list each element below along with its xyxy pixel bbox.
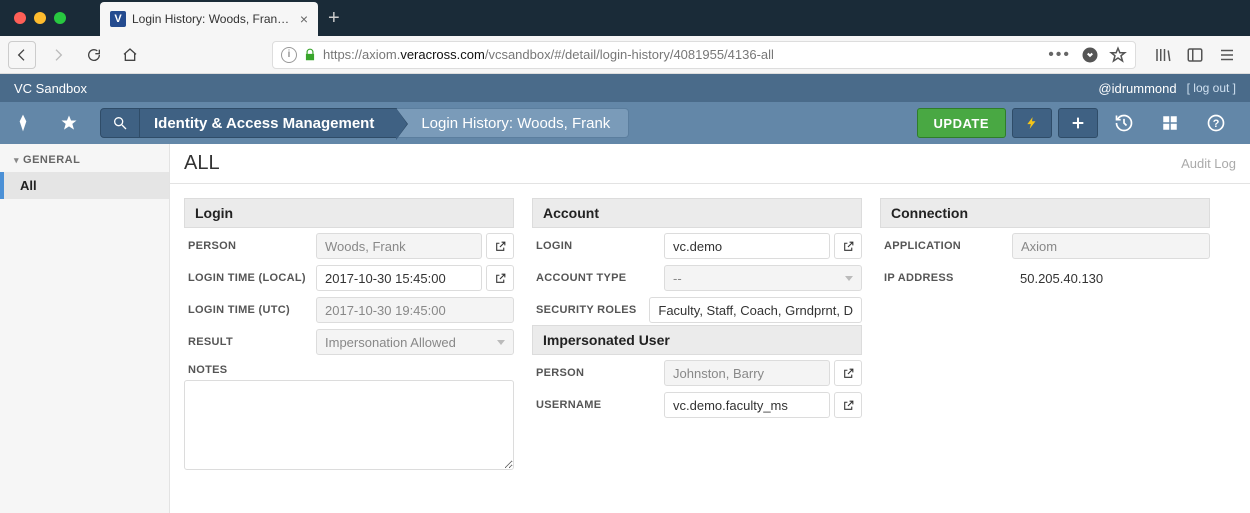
- label-application: APPLICATION: [880, 240, 1012, 252]
- panel-login-title: Login: [184, 198, 514, 228]
- label-ip: IP ADDRESS: [880, 272, 1012, 284]
- label-login-utc: LOGIN TIME (UTC): [184, 304, 316, 316]
- panel-connection-title: Connection: [880, 198, 1210, 228]
- panel-connection: Connection APPLICATION Axiom IP ADDRESS …: [880, 198, 1210, 294]
- menu-icon[interactable]: [1218, 46, 1236, 64]
- sidebar: GENERAL All: [0, 144, 170, 513]
- open-record-icon[interactable]: [834, 360, 862, 386]
- main-content: ALL Audit Log Login PERSON Woods, Frank …: [170, 144, 1250, 513]
- field-notes[interactable]: [184, 380, 514, 470]
- app-title: VC Sandbox: [14, 81, 87, 96]
- sidebar-section-general[interactable]: GENERAL: [0, 144, 169, 172]
- open-record-icon[interactable]: [834, 392, 862, 418]
- app-toolbar: Identity & Access Management Login Histo…: [0, 102, 1250, 144]
- label-account-login: LOGIN: [532, 240, 664, 252]
- favorites-icon[interactable]: [46, 102, 92, 144]
- update-button[interactable]: UPDATE: [917, 108, 1006, 138]
- add-button[interactable]: [1058, 108, 1098, 138]
- label-imp-username: USERNAME: [532, 399, 664, 411]
- label-login-local: LOGIN TIME (LOCAL): [184, 272, 316, 284]
- label-result: RESULT: [184, 336, 316, 348]
- forward-button[interactable]: [44, 41, 72, 69]
- home-button[interactable]: [116, 41, 144, 69]
- panel-account: Account LOGIN vc.demo ACCOUNT TYPE --: [532, 198, 862, 421]
- field-application[interactable]: Axiom: [1012, 233, 1210, 259]
- logout-link[interactable]: [ log out ]: [1187, 81, 1236, 95]
- library-icon[interactable]: [1154, 46, 1172, 64]
- browser-tab[interactable]: V Login History: Woods, Frank - A ×: [100, 2, 318, 36]
- field-login-utc[interactable]: 2017-10-30 19:45:00: [316, 297, 514, 323]
- field-account-login[interactable]: vc.demo: [664, 233, 830, 259]
- sidebar-icon[interactable]: [1186, 46, 1204, 64]
- audit-log-link[interactable]: Audit Log: [1181, 156, 1236, 171]
- field-imp-username[interactable]: vc.demo.faculty_ms: [664, 392, 830, 418]
- action-bolt-button[interactable]: [1012, 108, 1052, 138]
- panel-login: Login PERSON Woods, Frank LOGIN TIME (LO…: [184, 198, 514, 475]
- field-login-person[interactable]: Woods, Frank: [316, 233, 482, 259]
- reload-button[interactable]: [80, 41, 108, 69]
- page-title: ALL: [184, 152, 220, 175]
- sidebar-item-all[interactable]: All: [0, 172, 169, 199]
- more-actions-icon[interactable]: •••: [1048, 46, 1071, 64]
- search-button[interactable]: [100, 108, 140, 138]
- open-record-icon[interactable]: [486, 233, 514, 259]
- history-icon[interactable]: [1104, 102, 1144, 144]
- site-info-icon[interactable]: i: [281, 47, 297, 63]
- breadcrumb-module[interactable]: Identity & Access Management: [140, 108, 397, 138]
- back-button[interactable]: [8, 41, 36, 69]
- maximize-window-icon[interactable]: [54, 12, 66, 24]
- browser-toolbar: i https://axiom.veracross.com/vcsandbox/…: [0, 36, 1250, 74]
- label-security-roles: SECURITY ROLES: [532, 304, 649, 316]
- label-person: PERSON: [184, 240, 316, 252]
- open-record-icon[interactable]: [834, 233, 862, 259]
- app-body: GENERAL All ALL Audit Log Login PERSON W…: [0, 144, 1250, 513]
- field-result[interactable]: Impersonation Allowed: [316, 329, 514, 355]
- help-icon[interactable]: ?: [1196, 102, 1236, 144]
- pocket-icon[interactable]: [1081, 46, 1099, 64]
- close-window-icon[interactable]: [14, 12, 26, 24]
- window-controls: [0, 12, 66, 24]
- current-user: @idrummond: [1098, 81, 1176, 96]
- panel-account-title: Account: [532, 198, 862, 228]
- close-tab-icon[interactable]: ×: [300, 11, 308, 27]
- label-account-type: ACCOUNT TYPE: [532, 272, 664, 284]
- tab-title: Login History: Woods, Frank - A: [132, 12, 294, 26]
- launchpad-icon[interactable]: [0, 102, 46, 144]
- main-header: ALL Audit Log: [170, 144, 1250, 184]
- field-login-local[interactable]: 2017-10-30 15:45:00: [316, 265, 482, 291]
- breadcrumb-record[interactable]: Login History: Woods, Frank: [397, 108, 629, 138]
- field-account-type[interactable]: --: [664, 265, 862, 291]
- apps-grid-icon[interactable]: [1150, 102, 1190, 144]
- browser-right-icons: [1154, 46, 1242, 64]
- browser-titlebar: V Login History: Woods, Frank - A × +: [0, 0, 1250, 36]
- field-ip-address: 50.205.40.130: [1012, 271, 1103, 286]
- minimize-window-icon[interactable]: [34, 12, 46, 24]
- address-bar[interactable]: i https://axiom.veracross.com/vcsandbox/…: [272, 41, 1136, 69]
- tab-favicon: V: [110, 11, 126, 27]
- lock-icon: [303, 48, 317, 62]
- url-text: https://axiom.veracross.com/vcsandbox/#/…: [323, 47, 774, 62]
- field-imp-person[interactable]: Johnston, Barry: [664, 360, 830, 386]
- svg-text:?: ?: [1213, 118, 1220, 130]
- app-header: VC Sandbox @idrummond [ log out ]: [0, 74, 1250, 102]
- label-imp-person: PERSON: [532, 367, 664, 379]
- panel-impersonated-title: Impersonated User: [532, 325, 862, 355]
- new-tab-button[interactable]: +: [328, 7, 340, 30]
- field-security-roles[interactable]: Faculty, Staff, Coach, Grndprnt, D: [649, 297, 862, 323]
- bookmark-star-icon[interactable]: [1109, 46, 1127, 64]
- label-notes: NOTES: [184, 364, 316, 376]
- open-record-icon[interactable]: [486, 265, 514, 291]
